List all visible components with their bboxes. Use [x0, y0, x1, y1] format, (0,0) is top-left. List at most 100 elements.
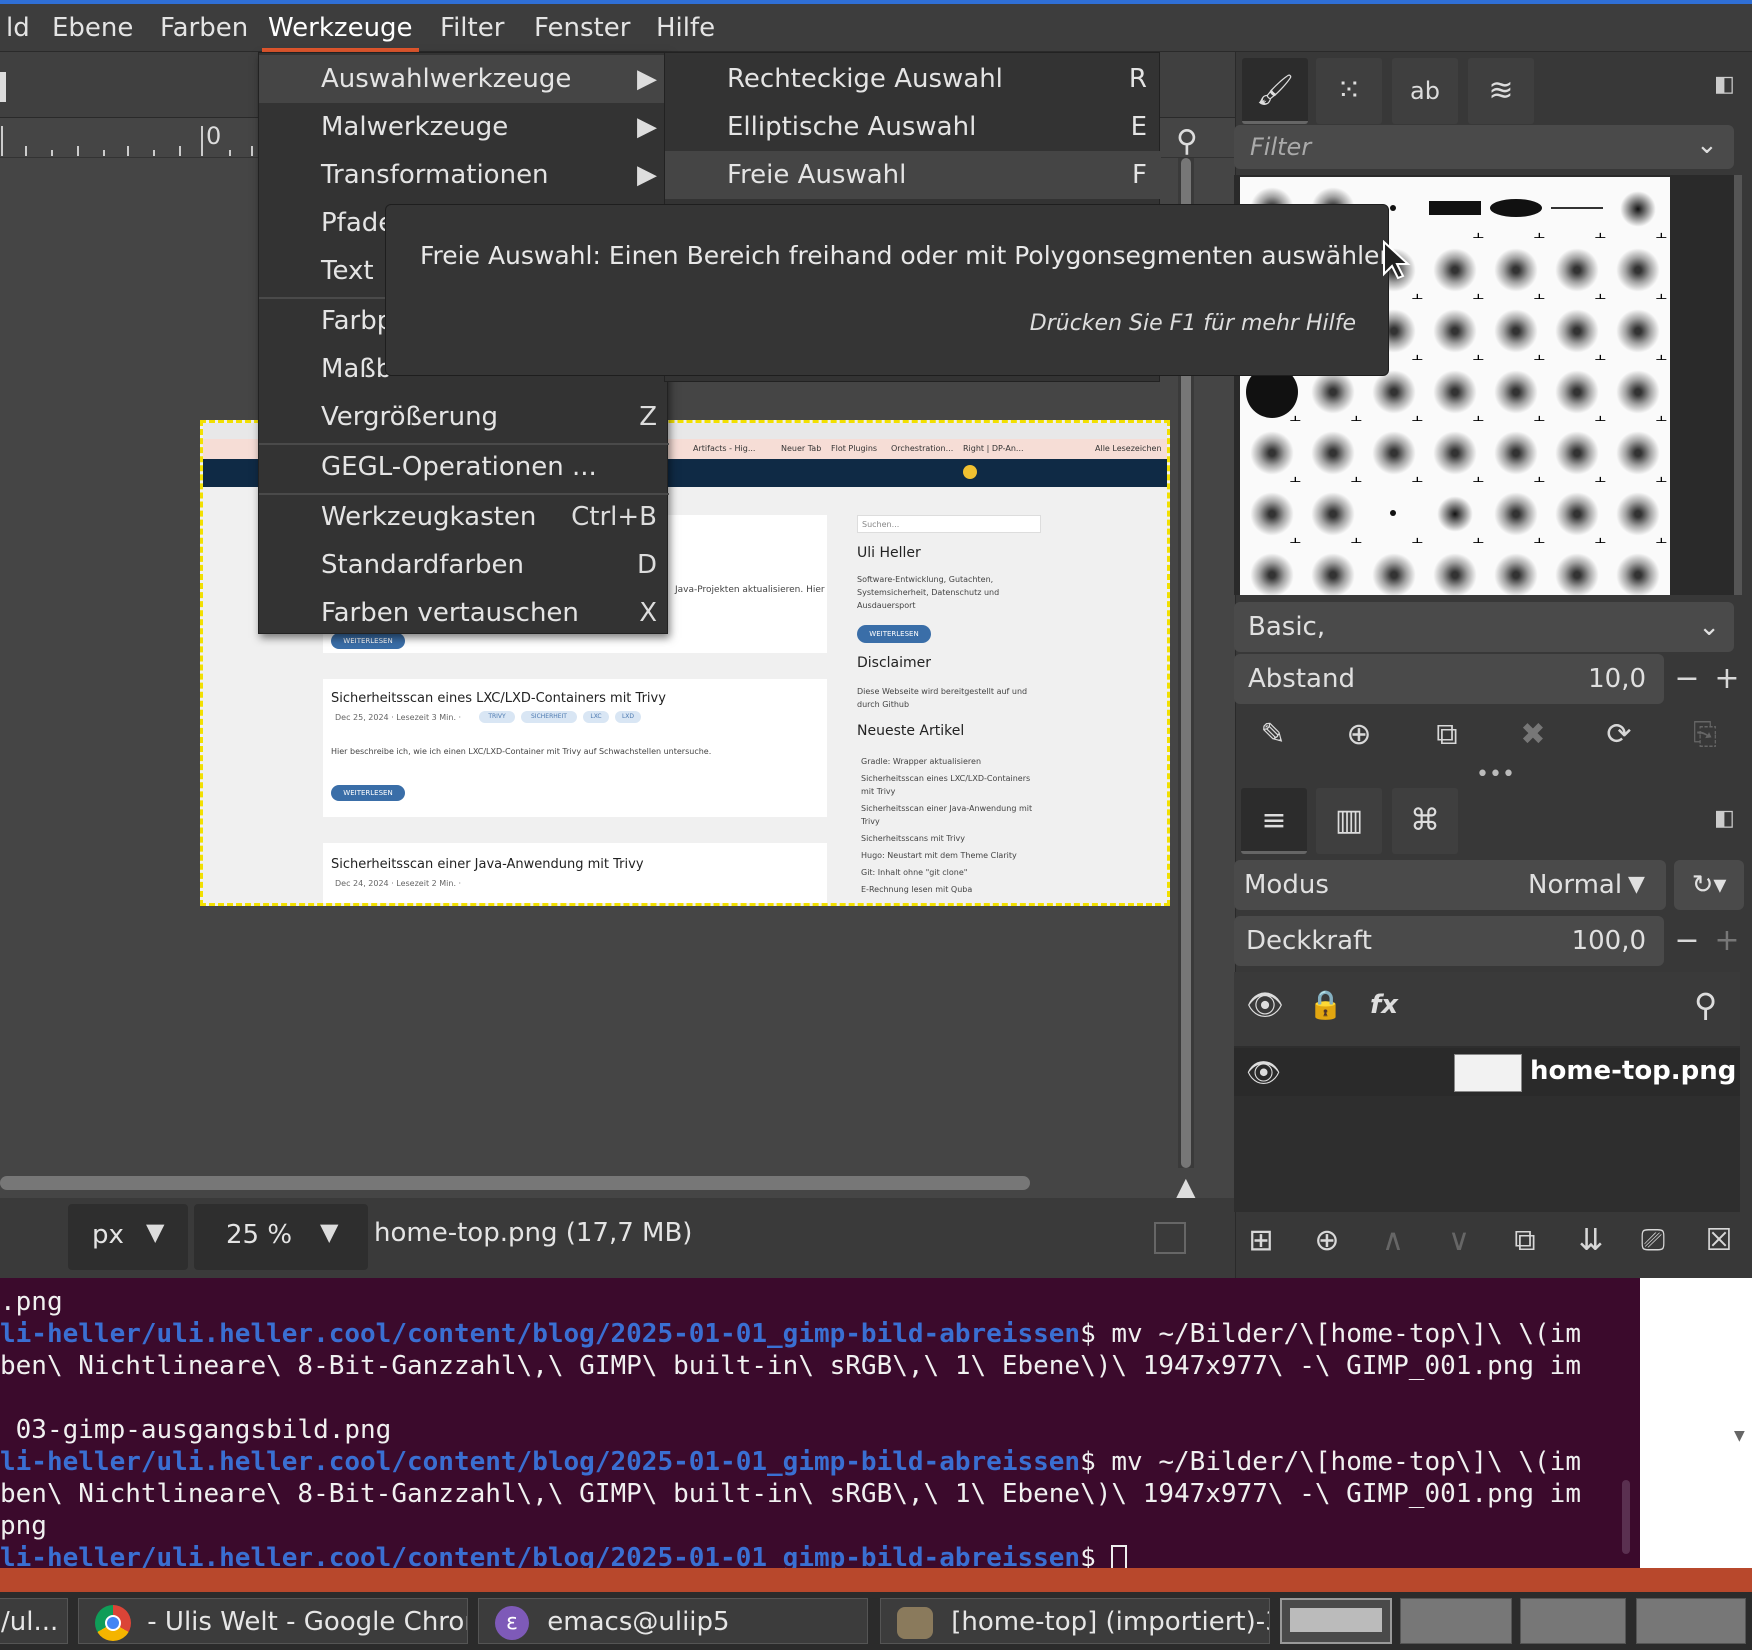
- raise-layer-icon[interactable]: ∧: [1370, 1218, 1416, 1264]
- workspace-1[interactable]: [1280, 1598, 1392, 1644]
- delete-brush-icon[interactable]: ✖: [1510, 712, 1556, 758]
- workspace-4[interactable]: [1636, 1598, 1746, 1644]
- brush-thumbnail[interactable]: +: [1362, 421, 1426, 491]
- menu-item-standardfarben[interactable]: Standardfarben D: [259, 541, 669, 589]
- canvas-menu-button[interactable]: [0, 72, 6, 102]
- brush-thumbnail[interactable]: +: [1240, 421, 1304, 491]
- eye-icon[interactable]: 👁: [1246, 988, 1284, 1023]
- taskbar-item-terminal[interactable]: /ul...: [0, 1598, 68, 1644]
- terminal[interactable]: .png li-heller/uli.heller.cool/content/bl…: [0, 1278, 1640, 1568]
- brush-thumbnail[interactable]: +: [1484, 177, 1548, 247]
- workspace-3[interactable]: [1520, 1598, 1626, 1644]
- brush-thumbnail[interactable]: +: [1545, 543, 1609, 595]
- new-layer-icon[interactable]: ⊞: [1238, 1218, 1284, 1264]
- delete-layer-icon[interactable]: ☒: [1696, 1218, 1742, 1264]
- effects-icon[interactable]: fx: [1370, 990, 1398, 1020]
- menu-hilfe[interactable]: Hilfe: [650, 4, 721, 52]
- brush-thumbnail[interactable]: +: [1545, 299, 1609, 369]
- tab-channels[interactable]: ▥: [1316, 788, 1382, 854]
- layer-list[interactable]: 👁 🔒 fx ⚲ 👁 home-top.png: [1234, 972, 1740, 1212]
- brush-thumbnail[interactable]: +: [1362, 543, 1426, 595]
- menu-item-malwerkzeuge[interactable]: Malwerkzeuge ▶: [259, 103, 669, 151]
- brush-thumbnail[interactable]: +: [1301, 543, 1365, 595]
- merge-layer-icon[interactable]: ⇊: [1568, 1218, 1614, 1264]
- menu-item-transformationen[interactable]: Transformationen ▶: [259, 151, 669, 199]
- search-icon[interactable]: ⚲: [1694, 986, 1717, 1024]
- brush-thumbnail[interactable]: +: [1606, 543, 1670, 595]
- open-as-image-icon[interactable]: ⎘: [1682, 712, 1728, 758]
- layer-row[interactable]: 👁 home-top.png: [1234, 1048, 1740, 1096]
- brush-thumbnail[interactable]: +: [1301, 482, 1365, 552]
- tab-fonts[interactable]: ab: [1392, 58, 1458, 124]
- brush-thumbnail[interactable]: +: [1362, 482, 1426, 552]
- plus-icon[interactable]: +: [1704, 656, 1750, 702]
- layer-mode-select[interactable]: Modus Normal ▼: [1234, 860, 1666, 910]
- duplicate-layer-icon[interactable]: ⧉: [1502, 1218, 1548, 1264]
- brush-thumbnail[interactable]: +: [1606, 482, 1670, 552]
- panel-menu-icon[interactable]: ◧: [1714, 72, 1735, 97]
- horizontal-scrollbar[interactable]: [0, 1176, 1030, 1190]
- taskbar-item-chrome[interactable]: - Ulis Welt - Google Chrome: [78, 1598, 468, 1644]
- spacing-slider[interactable]: Abstand 10,0: [1234, 654, 1664, 704]
- brush-thumbnail[interactable]: +: [1545, 421, 1609, 491]
- search-icon[interactable]: ⚲: [1176, 124, 1198, 159]
- brush-thumbnail[interactable]: +: [1423, 421, 1487, 491]
- brush-thumbnail[interactable]: +: [1423, 360, 1487, 430]
- lock-icon[interactable]: 🔒: [1308, 988, 1343, 1021]
- image-preview-icon[interactable]: [1154, 1222, 1186, 1254]
- brush-thumbnail[interactable]: +: [1484, 543, 1548, 595]
- tab-brushes[interactable]: 🖌: [1242, 58, 1308, 124]
- brush-grid-scrollbar[interactable]: [1734, 175, 1742, 595]
- chevron-down-icon[interactable]: ⌄: [1696, 130, 1718, 160]
- zoom-select[interactable]: 25 % ▼: [194, 1204, 368, 1270]
- brush-thumbnail[interactable]: +: [1423, 482, 1487, 552]
- panel-menu-icon[interactable]: ◧: [1714, 806, 1735, 831]
- brush-thumbnail[interactable]: +: [1484, 482, 1548, 552]
- brush-thumbnail[interactable]: +: [1484, 299, 1548, 369]
- brush-thumbnail[interactable]: +: [1423, 299, 1487, 369]
- brush-thumbnail[interactable]: +: [1423, 238, 1487, 308]
- menu-farben[interactable]: Farben: [154, 4, 254, 52]
- workspace-2[interactable]: [1400, 1598, 1512, 1644]
- brush-thumbnail[interactable]: +: [1484, 360, 1548, 430]
- brush-thumbnail[interactable]: +: [1240, 482, 1304, 552]
- menu-item-farben-vertauschen[interactable]: Farben vertauschen X: [259, 589, 669, 637]
- duplicate-brush-icon[interactable]: ⧉: [1424, 712, 1470, 758]
- layer-mask-icon[interactable]: ⎚: [1630, 1218, 1676, 1264]
- tab-paths[interactable]: ⌘: [1392, 788, 1458, 854]
- chevron-down-icon[interactable]: ▼: [320, 1218, 338, 1246]
- tab-patterns[interactable]: ⁙: [1316, 58, 1382, 124]
- brush-filter-input[interactable]: Filter: [1234, 125, 1734, 169]
- brush-thumbnail[interactable]: +: [1606, 299, 1670, 369]
- brush-thumbnail[interactable]: +: [1484, 238, 1548, 308]
- plus-icon[interactable]: +: [1704, 918, 1750, 964]
- lower-layer-icon[interactable]: ∨: [1436, 1218, 1482, 1264]
- taskbar-item-emacs[interactable]: ε emacs@uliip5: [478, 1598, 868, 1644]
- menu-bild[interactable]: ld: [0, 4, 36, 52]
- brush-thumbnail[interactable]: +: [1545, 238, 1609, 308]
- panel-grip-icon[interactable]: •••: [1476, 762, 1515, 787]
- menu-item-rechteckige-auswahl[interactable]: Rechteckige Auswahl R: [665, 55, 1161, 103]
- brush-thumbnail[interactable]: +: [1545, 177, 1609, 247]
- brush-thumbnail[interactable]: +: [1423, 543, 1487, 595]
- brush-thumbnail[interactable]: +: [1606, 421, 1670, 491]
- brush-thumbnail[interactable]: +: [1240, 543, 1304, 595]
- brush-thumbnail[interactable]: +: [1545, 482, 1609, 552]
- brush-thumbnail[interactable]: +: [1484, 421, 1548, 491]
- tab-document-history[interactable]: ≋: [1468, 58, 1534, 124]
- new-brush-icon[interactable]: ⊕: [1336, 712, 1382, 758]
- opacity-slider[interactable]: Deckkraft 100,0: [1234, 916, 1664, 966]
- brush-thumbnail[interactable]: +: [1606, 238, 1670, 308]
- brush-preset-select[interactable]: Basic, ⌄: [1234, 602, 1734, 652]
- new-layer-group-icon[interactable]: ⊕: [1304, 1218, 1350, 1264]
- brush-thumbnail[interactable]: +: [1423, 177, 1487, 247]
- refresh-icon[interactable]: ⟳: [1596, 712, 1642, 758]
- unit-select[interactable]: px ▼: [68, 1204, 188, 1270]
- menu-item-werkzeugkasten[interactable]: Werkzeugkasten Ctrl+B: [259, 493, 669, 541]
- brush-thumbnail[interactable]: +: [1301, 421, 1365, 491]
- menu-fenster[interactable]: Fenster: [528, 4, 636, 52]
- edit-brush-icon[interactable]: ✎: [1250, 712, 1296, 758]
- menu-item-vergroesserung[interactable]: Vergrößerung Z: [259, 393, 669, 441]
- composite-mode-button[interactable]: ↻▾: [1674, 860, 1744, 910]
- taskbar-item-gimp[interactable]: [home-top] (importiert)-3....: [880, 1598, 1270, 1644]
